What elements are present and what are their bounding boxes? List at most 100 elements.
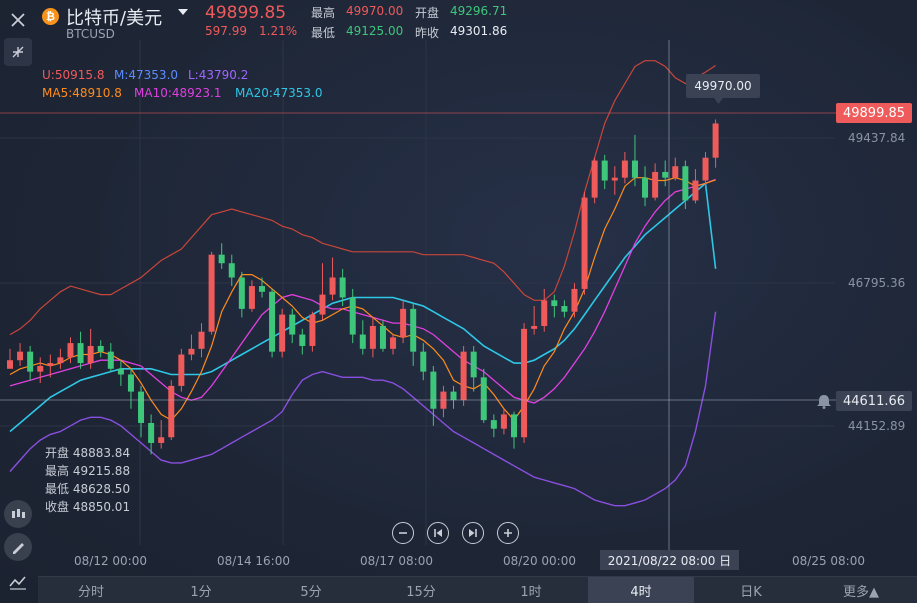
candle-down bbox=[561, 306, 568, 312]
y-tick-label: 46795.36 bbox=[848, 276, 906, 290]
draw-tool-button[interactable] bbox=[4, 533, 32, 561]
bell-icon[interactable] bbox=[815, 393, 833, 409]
candle-up bbox=[158, 437, 165, 443]
zoom-out-button[interactable] bbox=[392, 522, 414, 544]
candle-down bbox=[127, 374, 134, 392]
high-label: 最高 bbox=[311, 6, 336, 20]
candle-down bbox=[259, 286, 265, 292]
open-value: 49296.71 bbox=[450, 4, 508, 18]
candle-up bbox=[672, 166, 679, 178]
candle-down bbox=[631, 160, 638, 178]
boll-upper-line bbox=[9, 60, 716, 336]
boll-mid-legend: M:47353.0 bbox=[114, 68, 179, 82]
candle-up bbox=[47, 363, 54, 366]
last-price: 49899.85 bbox=[205, 3, 287, 23]
candle-up bbox=[581, 197, 588, 289]
candle-down bbox=[97, 345, 104, 352]
x-tick-label: 08/20 00:00 bbox=[503, 554, 576, 568]
candle-up bbox=[319, 294, 326, 315]
candle-up bbox=[248, 286, 255, 309]
candle-up bbox=[67, 343, 74, 358]
close-button[interactable] bbox=[4, 6, 32, 34]
candle-up bbox=[460, 351, 467, 401]
y-tick-label: 49437.84 bbox=[848, 131, 906, 145]
price-change: 597.99 bbox=[205, 24, 247, 38]
interval-tab-bar: 分时 1分 5分 15分 1时 4时 日K 更多▲ bbox=[38, 576, 917, 603]
trading-chart-app: ₿ 比特币/美元 BTCUSD 49899.85 597.99 1.21% 最高… bbox=[0, 0, 917, 603]
candle-up bbox=[188, 348, 195, 355]
candle-up bbox=[591, 160, 598, 198]
tab-daily[interactable]: 日K bbox=[698, 577, 804, 603]
tab-5min[interactable]: 5分 bbox=[258, 577, 364, 603]
ma5-legend: MA5:48910.8 bbox=[42, 86, 122, 100]
indicator-icon bbox=[9, 576, 26, 590]
candle-down bbox=[410, 308, 417, 352]
ma20-line bbox=[9, 181, 717, 433]
zoom-in-button[interactable] bbox=[497, 522, 519, 544]
tab-4hour[interactable]: 4时 bbox=[588, 577, 694, 603]
candle-down bbox=[359, 334, 366, 349]
collapse-icon bbox=[12, 46, 24, 58]
candle-down bbox=[511, 414, 517, 438]
tab-15min[interactable]: 15分 bbox=[368, 577, 474, 603]
candle-up bbox=[87, 345, 94, 364]
candle-down bbox=[420, 351, 427, 372]
candle-up bbox=[37, 365, 44, 372]
candle-up bbox=[541, 300, 548, 326]
tab-1min[interactable]: 1分 bbox=[148, 577, 254, 603]
tab-more[interactable]: 更多▲ bbox=[808, 577, 914, 603]
first-page-button[interactable] bbox=[427, 522, 449, 544]
last-page-icon bbox=[469, 529, 477, 537]
candle-up bbox=[621, 160, 628, 178]
ohlc-open: 开盘 48883.84 bbox=[45, 446, 131, 460]
candle-down bbox=[269, 291, 276, 352]
candles bbox=[7, 119, 719, 455]
candle-up bbox=[611, 177, 618, 181]
boll-upper-legend: U:50915.8 bbox=[42, 68, 105, 82]
candle-down bbox=[430, 371, 437, 409]
candle-up bbox=[702, 157, 709, 181]
moving-averages bbox=[9, 177, 717, 433]
candle-up bbox=[309, 314, 316, 346]
close-icon bbox=[11, 13, 25, 27]
open-label: 开盘 bbox=[415, 6, 440, 20]
candle-down bbox=[299, 334, 306, 346]
candle-up bbox=[168, 385, 175, 438]
candle-down bbox=[349, 297, 356, 335]
candle-up bbox=[57, 357, 64, 364]
collapse-button[interactable] bbox=[4, 38, 32, 66]
x-tick-label: 08/12 00:00 bbox=[74, 554, 147, 568]
candle-up bbox=[521, 328, 528, 438]
high-value: 49970.00 bbox=[346, 4, 404, 18]
candle-down bbox=[662, 171, 669, 178]
ohlc-high: 最高 49215.88 bbox=[45, 464, 131, 478]
ma20-legend: MA20:47353.0 bbox=[235, 86, 323, 100]
candle-up bbox=[712, 123, 719, 158]
candle-style-button[interactable] bbox=[4, 500, 32, 528]
candle-up bbox=[500, 414, 507, 429]
high-tooltip: 49970.00 bbox=[686, 74, 760, 98]
candle-up bbox=[7, 360, 13, 369]
chevron-down-icon[interactable] bbox=[178, 9, 188, 15]
candle-up bbox=[692, 180, 699, 201]
tab-1hour[interactable]: 1时 bbox=[478, 577, 584, 603]
candle-down bbox=[228, 263, 235, 278]
candle-down bbox=[480, 377, 487, 421]
ohlc-low: 最低 48628.50 bbox=[45, 482, 131, 496]
tab-timeshare[interactable]: 分时 bbox=[38, 577, 144, 603]
indicator-button[interactable] bbox=[4, 568, 32, 596]
low-value: 49125.00 bbox=[346, 24, 404, 38]
crosshair-time-label: 2021/08/22 08:00 日 bbox=[600, 550, 739, 570]
last-page-button[interactable] bbox=[462, 522, 484, 544]
x-tick-label: 08/14 16:00 bbox=[217, 554, 290, 568]
candle-up bbox=[531, 325, 538, 329]
candle-down bbox=[117, 368, 124, 375]
candle-down bbox=[289, 314, 296, 335]
candle-up bbox=[208, 254, 215, 332]
candle-up bbox=[400, 308, 407, 338]
prev-close-label: 昨收 bbox=[415, 26, 440, 40]
candle-up bbox=[329, 277, 336, 295]
candle-down bbox=[379, 325, 386, 349]
candle-down bbox=[138, 391, 145, 423]
candle-up bbox=[571, 288, 578, 312]
